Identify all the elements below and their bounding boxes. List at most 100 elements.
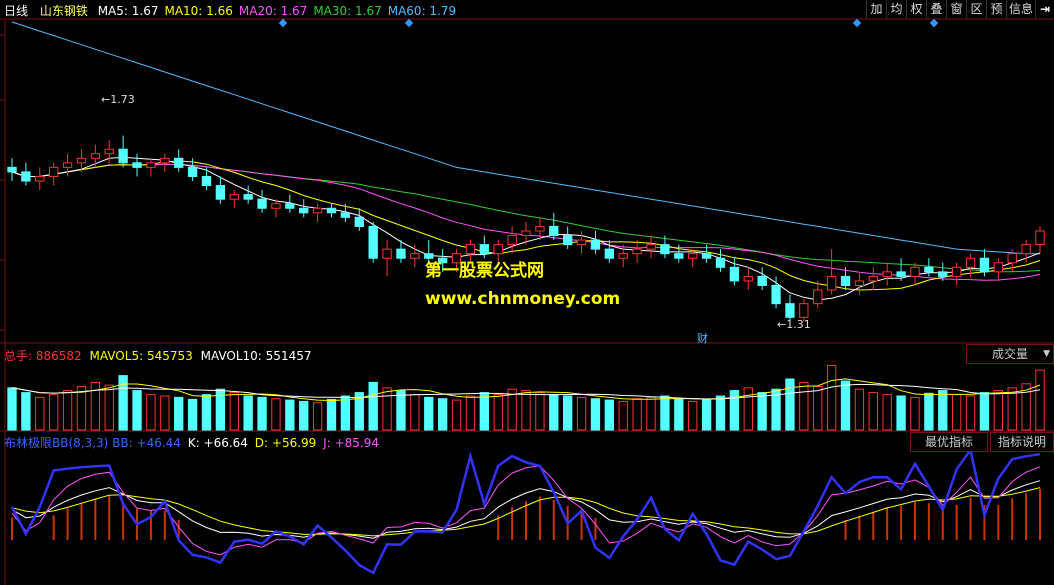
candle-body: [826, 275, 837, 291]
candle-body: [35, 175, 45, 182]
indicator-bar: [1039, 488, 1041, 540]
candle-body: [507, 235, 517, 246]
candle-body: [90, 153, 101, 159]
candle-body: [7, 166, 17, 173]
volume-bar: [104, 384, 114, 431]
candle-body: [396, 248, 406, 259]
period-label[interactable]: 日线: [4, 4, 28, 18]
volume-bar: [437, 398, 448, 431]
volume-bar: [840, 380, 851, 431]
info-button[interactable]: 信息: [1006, 0, 1035, 18]
overlay-button[interactable]: 叠: [926, 0, 946, 18]
volume-bar: [243, 395, 253, 431]
candle-body: [896, 271, 906, 277]
volume-bar: [535, 392, 545, 431]
volume-bar: [424, 396, 434, 431]
volume-bar: [618, 400, 628, 431]
volume-bar: [993, 390, 1003, 431]
volume-bar: [521, 390, 531, 431]
volume-bar: [632, 398, 642, 431]
candle-body: [187, 166, 198, 177]
candle-body: [160, 157, 170, 164]
indicator-bar: [108, 495, 111, 540]
candle-body: [590, 239, 601, 250]
candle-body: [521, 230, 531, 237]
stock-name: 山东钢铁: [39, 4, 88, 18]
rights-button[interactable]: 权: [906, 0, 926, 18]
mavol5-value: 545753: [146, 349, 193, 363]
candle-body: [285, 203, 295, 209]
volume-bar: [49, 394, 59, 431]
volume-bar: [576, 396, 587, 431]
d-value: +56.99: [271, 436, 317, 450]
candle-body: [76, 157, 87, 164]
add-button[interactable]: 加: [866, 0, 886, 18]
volume-bar: [187, 398, 198, 431]
volume-bar: [271, 398, 281, 431]
range-button[interactable]: 区: [966, 0, 986, 18]
candle-body: [951, 266, 962, 277]
indicator-bar: [969, 497, 972, 540]
expand-icon[interactable]: ⇥: [1035, 0, 1054, 18]
candle-body: [243, 194, 253, 200]
k-label: K:: [187, 436, 200, 450]
volume-bar: [465, 395, 476, 431]
high-price-label: ←1.73: [101, 93, 135, 106]
indicator-bar: [552, 499, 555, 540]
alert-button[interactable]: 预: [986, 0, 1006, 18]
volume-total-value: 886582: [35, 349, 82, 363]
candle-body: [674, 253, 684, 259]
candle-body: [1035, 230, 1045, 246]
candle-body: [312, 207, 323, 214]
indicator-lines: [10, 446, 1041, 575]
candle-body: [368, 225, 378, 259]
volume-bar: [299, 400, 309, 431]
volume-bar: [910, 396, 920, 431]
volume-bar: [1035, 369, 1045, 431]
candle-body: [993, 262, 1003, 273]
candle-body: [549, 225, 559, 237]
volume-bar: [757, 392, 767, 431]
volume-bar: [21, 392, 31, 431]
volume-bar: [382, 387, 392, 431]
candle-body: [979, 257, 990, 273]
indicator-bar: [955, 504, 958, 540]
candle-body: [965, 257, 976, 268]
average-button[interactable]: 均: [886, 0, 906, 18]
indicator-header: 布林极限BB(8,3,3) BB: +46.44 K: +66.64 D: +5…: [4, 434, 379, 451]
finance-marker[interactable]: 财: [697, 330, 708, 346]
indicator-bar: [997, 504, 1000, 540]
candle-body: [688, 253, 698, 259]
ma-values: MA5: 1.67 MA10: 1.66 MA20: 1.67 MA30: 1.67 M…: [92, 4, 456, 18]
volume-bar: [813, 385, 823, 431]
volume-bar: [201, 394, 212, 431]
indicator-bar: [538, 496, 541, 540]
volume-bar: [451, 399, 462, 431]
window-button[interactable]: 窗: [946, 0, 966, 18]
candle-body: [938, 271, 948, 277]
volume-bar: [590, 398, 601, 431]
low-price-label: ←1.31: [777, 318, 811, 331]
volume-indicator-select[interactable]: 成交量 ▼: [966, 344, 1054, 364]
best-indicator-button[interactable]: 最优指标: [910, 432, 988, 452]
d-label: D:: [254, 436, 269, 450]
arrow-left-icon: ←: [101, 93, 111, 106]
indicator-bar: [1025, 492, 1028, 540]
volume-bar: [660, 395, 670, 431]
indicator-bar: [941, 509, 944, 540]
mavol10-value: 551457: [265, 349, 312, 363]
indicator-bar: [525, 501, 527, 540]
volume-bar: [674, 398, 684, 431]
candle-body: [646, 244, 656, 250]
indicator-bar: [122, 502, 125, 540]
volume-bar: [1007, 387, 1017, 431]
indicator-name[interactable]: 布林极限BB(8,3,3) BB:: [4, 436, 133, 450]
indicator-bar: [11, 517, 13, 540]
indicator-bar: [1011, 498, 1014, 540]
ma-value-1: MA10: 1.66: [164, 4, 233, 18]
volume-bar: [868, 392, 878, 431]
ma60-line: [11, 21, 1040, 255]
volume-header: 总手: 886582 MAVOL5: 545753 MAVOL10: 55145…: [4, 347, 311, 364]
indicator-bar: [52, 515, 55, 540]
indicator-help-button[interactable]: 指标说明: [990, 432, 1054, 452]
